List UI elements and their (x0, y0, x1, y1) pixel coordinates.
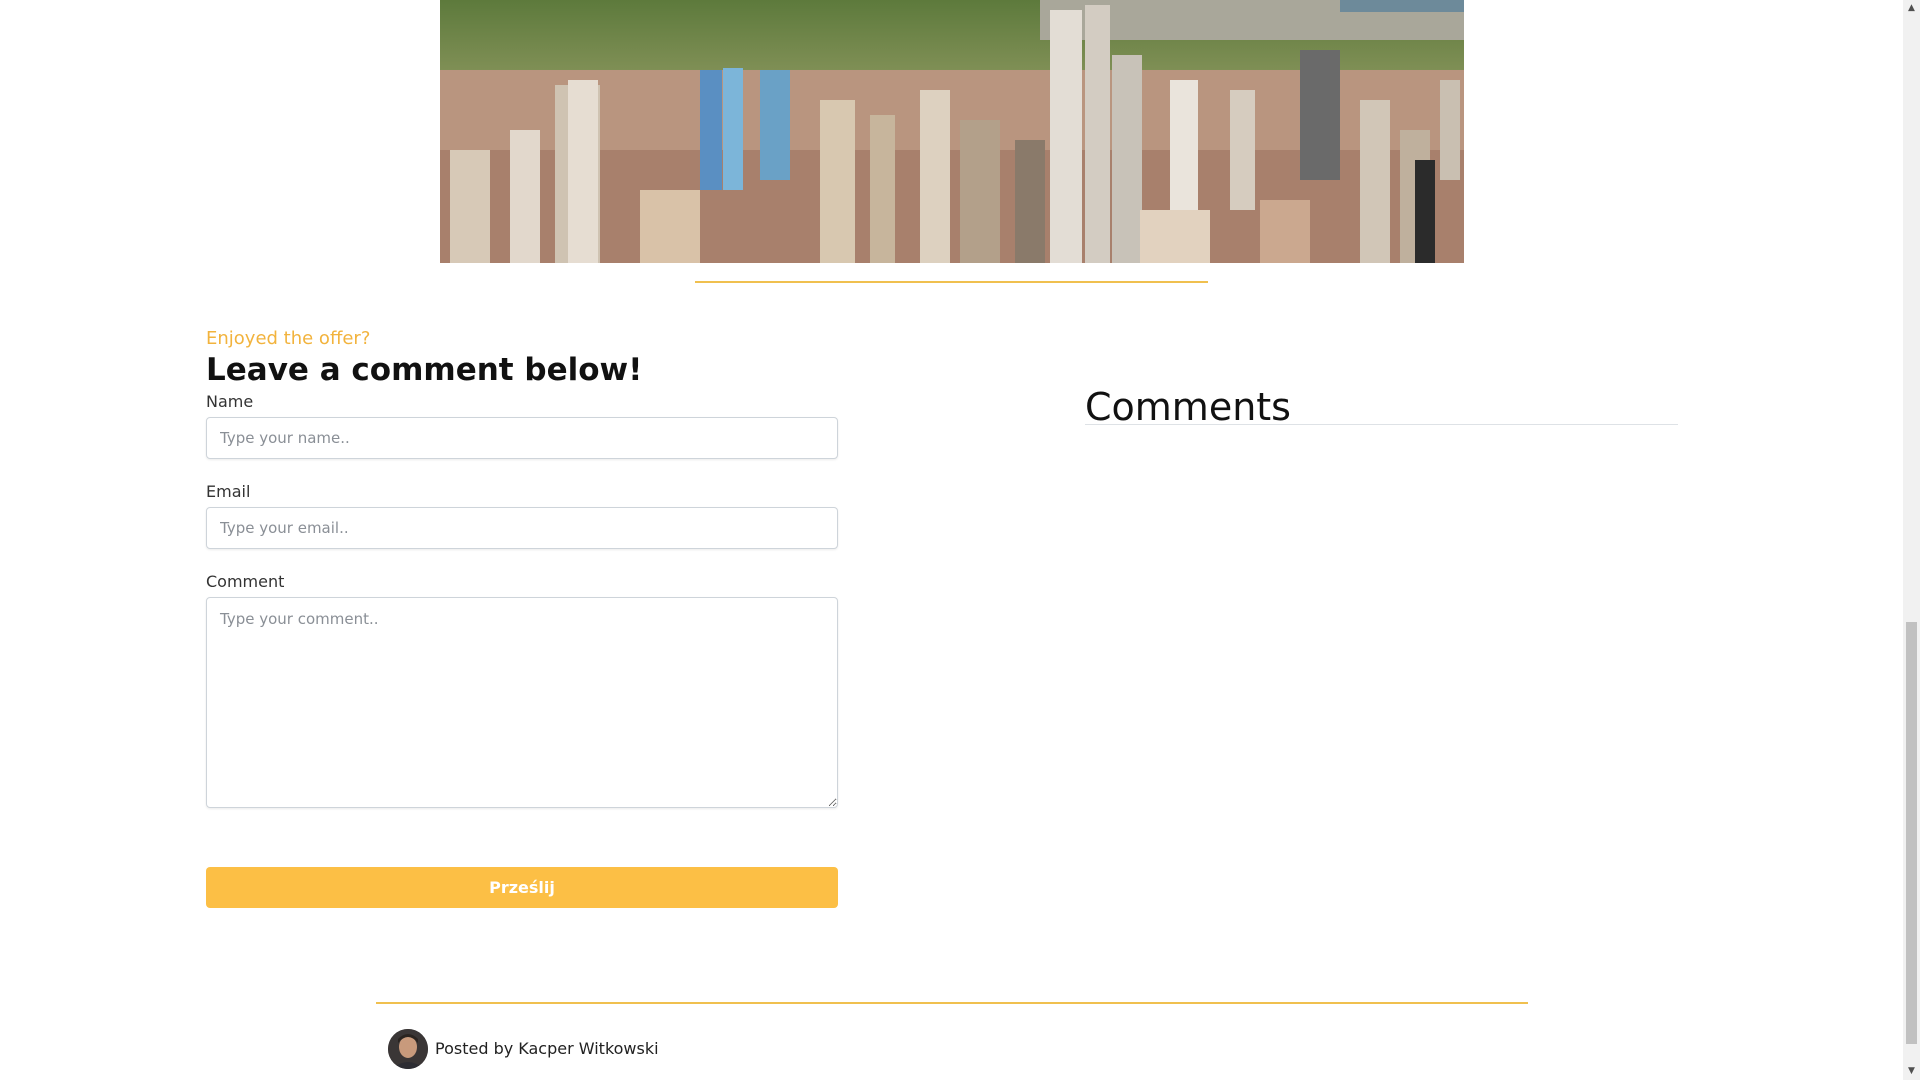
scroll-up-icon[interactable]: ▲ (1903, 0, 1920, 17)
email-label: Email (206, 482, 251, 501)
name-input[interactable] (206, 417, 838, 459)
hero-divider (695, 281, 1208, 283)
city-hero-image (440, 0, 1464, 263)
city-skyline-illustration (440, 0, 1464, 263)
email-input[interactable] (206, 507, 838, 549)
submit-button[interactable]: Prześlij (206, 867, 838, 908)
footer-divider (376, 1002, 1528, 1004)
comments-divider (1085, 424, 1678, 425)
avatar-portrait-icon (388, 1029, 428, 1069)
comments-heading: Comments (1085, 385, 1291, 429)
author-avatar (388, 1029, 428, 1069)
name-label: Name (206, 392, 254, 411)
comment-form-title: Leave a comment below! (206, 352, 643, 388)
comment-label: Comment (206, 572, 285, 591)
scroll-down-icon[interactable]: ▼ (1903, 1063, 1920, 1080)
vertical-scrollbar[interactable]: ▲ ▼ (1903, 0, 1920, 1080)
comment-textarea[interactable] (206, 597, 838, 808)
comment-eyebrow: Enjoyed the offer? (206, 328, 371, 349)
scrollbar-thumb[interactable] (1906, 622, 1917, 1044)
author-credit: Posted by Kacper Witkowski (435, 1039, 659, 1058)
page: Enjoyed the offer? Leave a comment below… (0, 0, 1920, 1080)
